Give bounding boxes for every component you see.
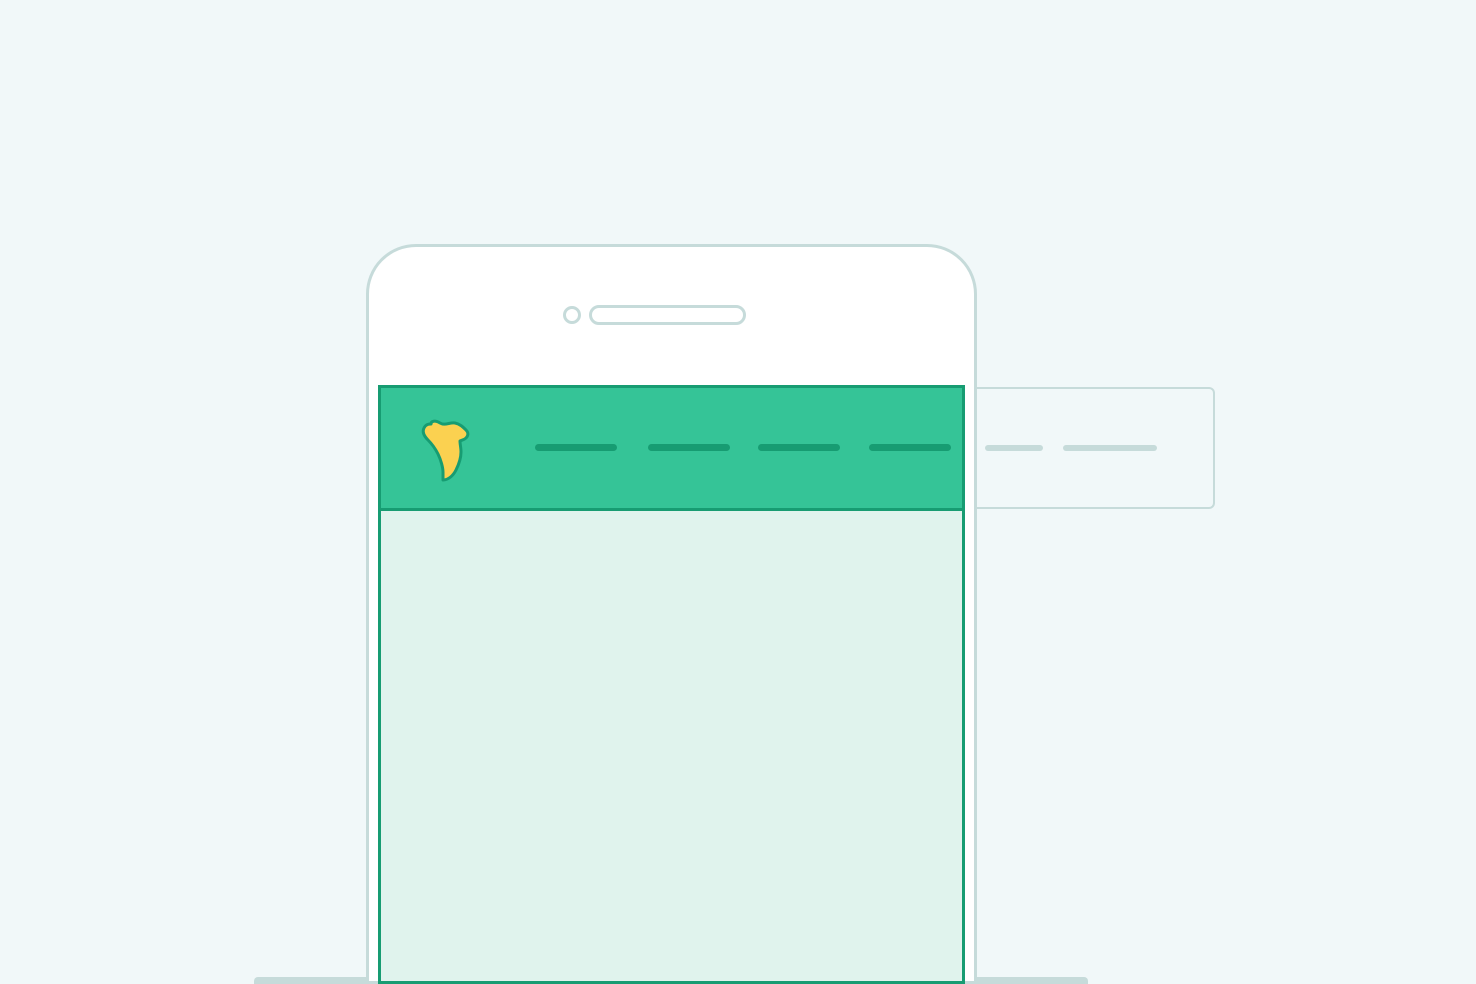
phone-speaker-icon: [589, 305, 746, 325]
phone-camera-icon: [563, 306, 581, 324]
overflow-nav-item: [1063, 445, 1157, 451]
overflow-nav-item: [985, 445, 1043, 451]
nav-item-placeholder: [758, 444, 840, 451]
nav-item-placeholder: [648, 444, 730, 451]
dog-logo-icon: [418, 418, 488, 484]
nav-item-placeholder: [535, 444, 617, 451]
nav-item-placeholder: [869, 444, 951, 451]
